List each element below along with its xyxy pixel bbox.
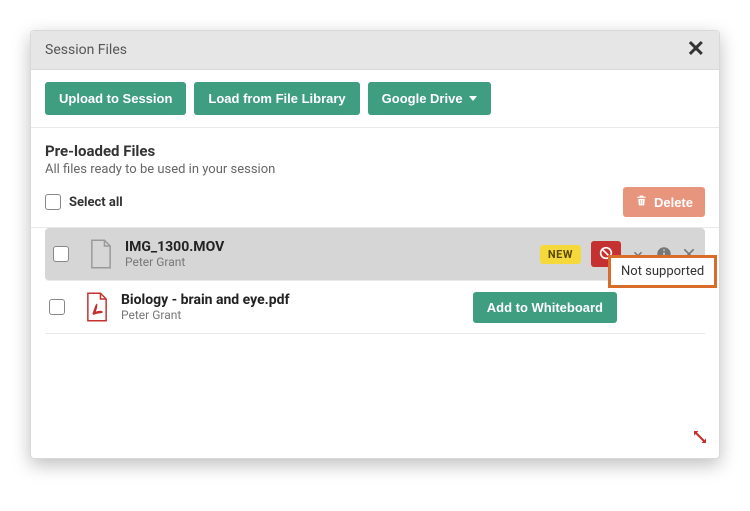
select-all-checkbox[interactable] bbox=[45, 194, 61, 210]
file-name: IMG_1300.MOV bbox=[125, 239, 530, 255]
dialog-title: Session Files bbox=[45, 42, 127, 58]
preloaded-subtitle: All files ready to be used in your sessi… bbox=[45, 162, 705, 177]
upload-to-session-button[interactable]: Upload to Session bbox=[45, 82, 186, 115]
file-checkbox[interactable] bbox=[49, 299, 65, 315]
add-to-whiteboard-label: Add to Whiteboard bbox=[487, 300, 603, 315]
file-owner: Peter Grant bbox=[121, 308, 463, 322]
new-badge: NEW bbox=[540, 245, 581, 264]
spacer bbox=[31, 348, 719, 458]
google-drive-label: Google Drive bbox=[382, 91, 463, 106]
file-owner: Peter Grant bbox=[125, 255, 530, 269]
pdf-icon bbox=[83, 291, 111, 323]
load-from-library-button[interactable]: Load from File Library bbox=[194, 82, 359, 115]
file-row[interactable]: IMG_1300.MOV Peter Grant NEW bbox=[45, 228, 705, 281]
delete-button[interactable]: Delete bbox=[623, 187, 705, 217]
delete-label: Delete bbox=[654, 195, 693, 210]
select-all-label-wrap[interactable]: Select all bbox=[45, 194, 123, 210]
chevron-down-icon bbox=[469, 96, 477, 101]
select-row: Select all Delete bbox=[45, 187, 705, 225]
preloaded-title: Pre-loaded Files bbox=[45, 142, 705, 160]
resize-icon bbox=[691, 431, 709, 450]
file-checkbox[interactable] bbox=[53, 246, 69, 262]
file-meta: Biology - brain and eye.pdf Peter Grant bbox=[121, 292, 463, 322]
select-all-label: Select all bbox=[69, 195, 123, 210]
load-library-label: Load from File Library bbox=[208, 91, 345, 106]
add-to-whiteboard-button[interactable]: Add to Whiteboard bbox=[473, 292, 617, 323]
upload-label: Upload to Session bbox=[59, 91, 172, 106]
file-icon bbox=[87, 238, 115, 270]
dialog-header: Session Files ✕ bbox=[31, 31, 719, 70]
close-button[interactable]: ✕ bbox=[687, 39, 705, 61]
preloaded-section: Pre-loaded Files All files ready to be u… bbox=[31, 127, 719, 227]
file-meta: IMG_1300.MOV Peter Grant bbox=[125, 239, 530, 269]
not-supported-tooltip: Not supported bbox=[608, 255, 717, 288]
session-files-dialog: Session Files ✕ Upload to Session Load f… bbox=[30, 30, 720, 459]
file-name: Biology - brain and eye.pdf bbox=[121, 292, 463, 308]
primary-actions: Upload to Session Load from File Library… bbox=[31, 70, 719, 127]
resize-handle[interactable] bbox=[691, 428, 709, 450]
trash-icon bbox=[635, 194, 648, 210]
google-drive-button[interactable]: Google Drive bbox=[368, 82, 491, 115]
file-row[interactable]: Biology - brain and eye.pdf Peter Grant … bbox=[45, 281, 705, 334]
tooltip-text: Not supported bbox=[621, 264, 704, 279]
